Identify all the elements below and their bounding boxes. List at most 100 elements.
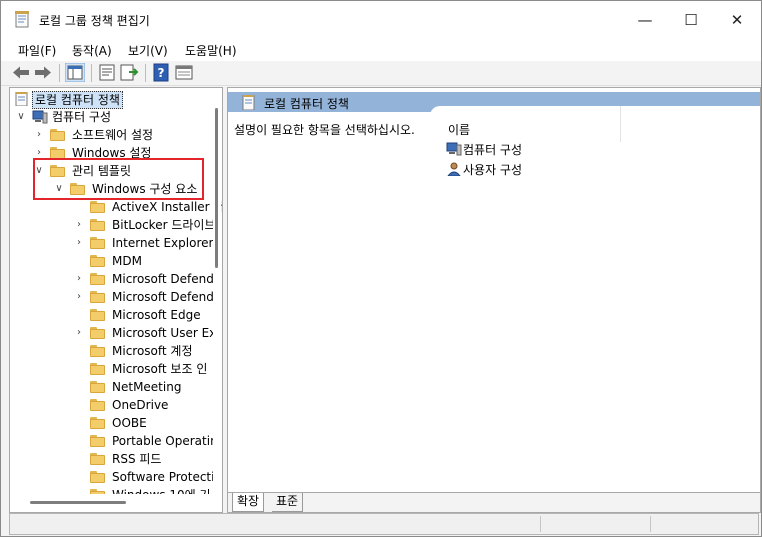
tree-item[interactable]: › BitLocker 드라이브 <box>10 216 216 234</box>
view-icon[interactable] <box>174 63 194 82</box>
status-separator <box>650 516 651 532</box>
tree-item[interactable]: › Microsoft Defend <box>10 270 214 288</box>
folder-icon <box>90 453 105 465</box>
folder-icon <box>90 435 105 447</box>
tree-item-label: Internet Explorer <box>112 236 214 250</box>
tree-item-label: Microsoft Defend <box>112 290 214 304</box>
user-icon <box>447 162 461 176</box>
tree-item-admin-templates[interactable]: ∨ 관리 템플릿 <box>10 162 210 180</box>
folder-icon <box>90 255 105 267</box>
tree-item[interactable]: Microsoft Edge <box>10 306 210 324</box>
tree-item-computer-config[interactable]: ∨ 컴퓨터 구성 <box>10 108 210 126</box>
tree-item-label: Portable Operatin <box>112 434 218 448</box>
menu-action[interactable]: 동작(A) <box>72 42 112 59</box>
folder-icon <box>90 237 105 249</box>
tree-item-label: NetMeeting <box>112 380 182 394</box>
tree-item[interactable]: › Internet Explorer <box>10 234 214 252</box>
tree-item[interactable]: › Microsoft Defend <box>10 288 214 306</box>
minimize-button[interactable]: — <box>622 1 668 39</box>
policy-document-icon <box>242 95 255 110</box>
tree-item[interactable]: › Microsoft User Ex <box>10 324 216 342</box>
chevron-right-icon[interactable]: › <box>34 147 44 159</box>
chevron-right-icon[interactable]: › <box>74 327 84 339</box>
tab-extended[interactable]: 확장 <box>232 493 265 512</box>
details-list: 이름 컴퓨터 구성 사용자 구성 <box>430 106 760 492</box>
tree-item[interactable]: Software Protecti <box>10 468 214 486</box>
folder-icon <box>50 129 65 141</box>
chevron-right-icon[interactable]: › <box>34 129 44 141</box>
tree-item-label: BitLocker 드라이브 <box>112 218 216 232</box>
folder-icon <box>90 291 105 303</box>
tree-item[interactable]: Microsoft 계정 <box>10 342 210 360</box>
policy-editor-app-icon <box>15 11 29 28</box>
chevron-down-icon[interactable]: ∨ <box>16 111 26 123</box>
menu-bar: 파일(F) 동작(A) 보기(V) 도움말(H) <box>1 39 761 61</box>
folder-icon <box>50 165 65 177</box>
close-button[interactable]: ✕ <box>714 1 760 39</box>
view-tabs: 확장 표준 <box>228 492 760 512</box>
menu-help[interactable]: 도움말(H) <box>185 42 237 59</box>
folder-icon <box>90 273 105 285</box>
menu-file[interactable]: 파일(F) <box>18 42 56 59</box>
tree-item[interactable]: ActiveX Installer 서 <box>10 198 222 216</box>
tree-vertical-scrollbar[interactable] <box>213 88 221 494</box>
tree-item[interactable]: OneDrive <box>10 396 210 414</box>
tree-item-windows-settings[interactable]: › Windows 설정 <box>10 144 210 162</box>
tree-item-label: Microsoft 보조 인 <box>112 362 208 376</box>
folder-icon <box>90 309 105 321</box>
tree-item-label: 소프트웨어 설정 <box>72 128 154 142</box>
chevron-down-icon[interactable]: ∨ <box>34 165 44 177</box>
svg-text:?: ? <box>158 66 165 80</box>
tree-item[interactable]: OOBE <box>10 414 210 432</box>
status-bar <box>9 513 759 535</box>
chevron-right-icon[interactable]: › <box>74 237 84 249</box>
chevron-right-icon[interactable]: › <box>74 273 84 285</box>
window-title: 로컬 그룹 정책 편집기 <box>39 14 150 28</box>
tree-item[interactable]: NetMeeting <box>10 378 210 396</box>
maximize-button[interactable]: ☐ <box>668 1 714 39</box>
forward-arrow-icon[interactable] <box>33 63 53 82</box>
tree-item-windows-components[interactable]: ∨ Windows 구성 요소 <box>10 180 210 198</box>
folder-icon <box>90 471 105 483</box>
tree-item-software-settings[interactable]: › 소프트웨어 설정 <box>10 126 210 144</box>
tree-item[interactable]: RSS 피드 <box>10 450 210 468</box>
tree-item-label: 컴퓨터 구성 <box>52 110 112 124</box>
toolbar-separator <box>91 64 92 82</box>
tree-item-label: OOBE <box>112 416 147 430</box>
chevron-right-icon[interactable]: › <box>74 219 84 231</box>
tree-horizontal-scrollbar[interactable] <box>10 494 222 512</box>
help-icon[interactable]: ? <box>151 63 171 82</box>
tree-item-label: Software Protecti <box>112 470 215 484</box>
tree-item-label: RSS 피드 <box>112 452 162 466</box>
tree-item-label: ActiveX Installer 서 <box>112 200 223 214</box>
show-hide-tree-icon[interactable] <box>65 63 85 82</box>
folder-icon <box>90 201 105 213</box>
scrollbar-thumb[interactable] <box>215 108 218 268</box>
tree-item[interactable]: Portable Operatin <box>10 432 218 450</box>
export-list-icon[interactable] <box>119 63 139 82</box>
folder-icon <box>70 183 85 195</box>
column-header-name[interactable]: 이름 <box>430 106 621 142</box>
details-pane: 로컬 컴퓨터 정책 설명이 필요한 항목을 선택하십시오. 이름 컴퓨터 구성 … <box>227 87 761 513</box>
tab-standard[interactable]: 표준 <box>272 493 304 512</box>
tree-root[interactable]: 로컬 컴퓨터 정책 <box>10 90 210 109</box>
chevron-down-icon[interactable]: ∨ <box>54 183 64 195</box>
policy-document-icon <box>15 92 28 106</box>
tree-pane: 로컬 컴퓨터 정책 ∨ 컴퓨터 구성 › 소프트웨어 설정 › Windows … <box>9 87 223 513</box>
tree-item-label: Microsoft Defend <box>112 272 214 286</box>
list-item-label: 사용자 구성 <box>463 163 523 177</box>
status-separator <box>540 516 541 532</box>
tree-item[interactable]: Microsoft 보조 인 <box>10 360 210 378</box>
back-arrow-icon[interactable] <box>11 63 31 82</box>
menu-view[interactable]: 보기(V) <box>128 42 168 59</box>
window: 로컬 그룹 정책 편집기 — ☐ ✕ 파일(F) 동작(A) 보기(V) 도움말… <box>0 0 762 537</box>
toolbar: ? <box>1 61 761 86</box>
toolbar-separator <box>59 64 60 82</box>
scrollbar-thumb[interactable] <box>30 501 126 504</box>
tree-root-label: 로컬 컴퓨터 정책 <box>32 91 123 109</box>
title-bar: 로컬 그룹 정책 편집기 — ☐ ✕ <box>1 1 761 39</box>
chevron-right-icon[interactable]: › <box>74 291 84 303</box>
properties-icon[interactable] <box>97 63 117 82</box>
tree-item[interactable]: MDM <box>10 252 210 270</box>
tree-item-label: Microsoft Edge <box>112 308 201 322</box>
